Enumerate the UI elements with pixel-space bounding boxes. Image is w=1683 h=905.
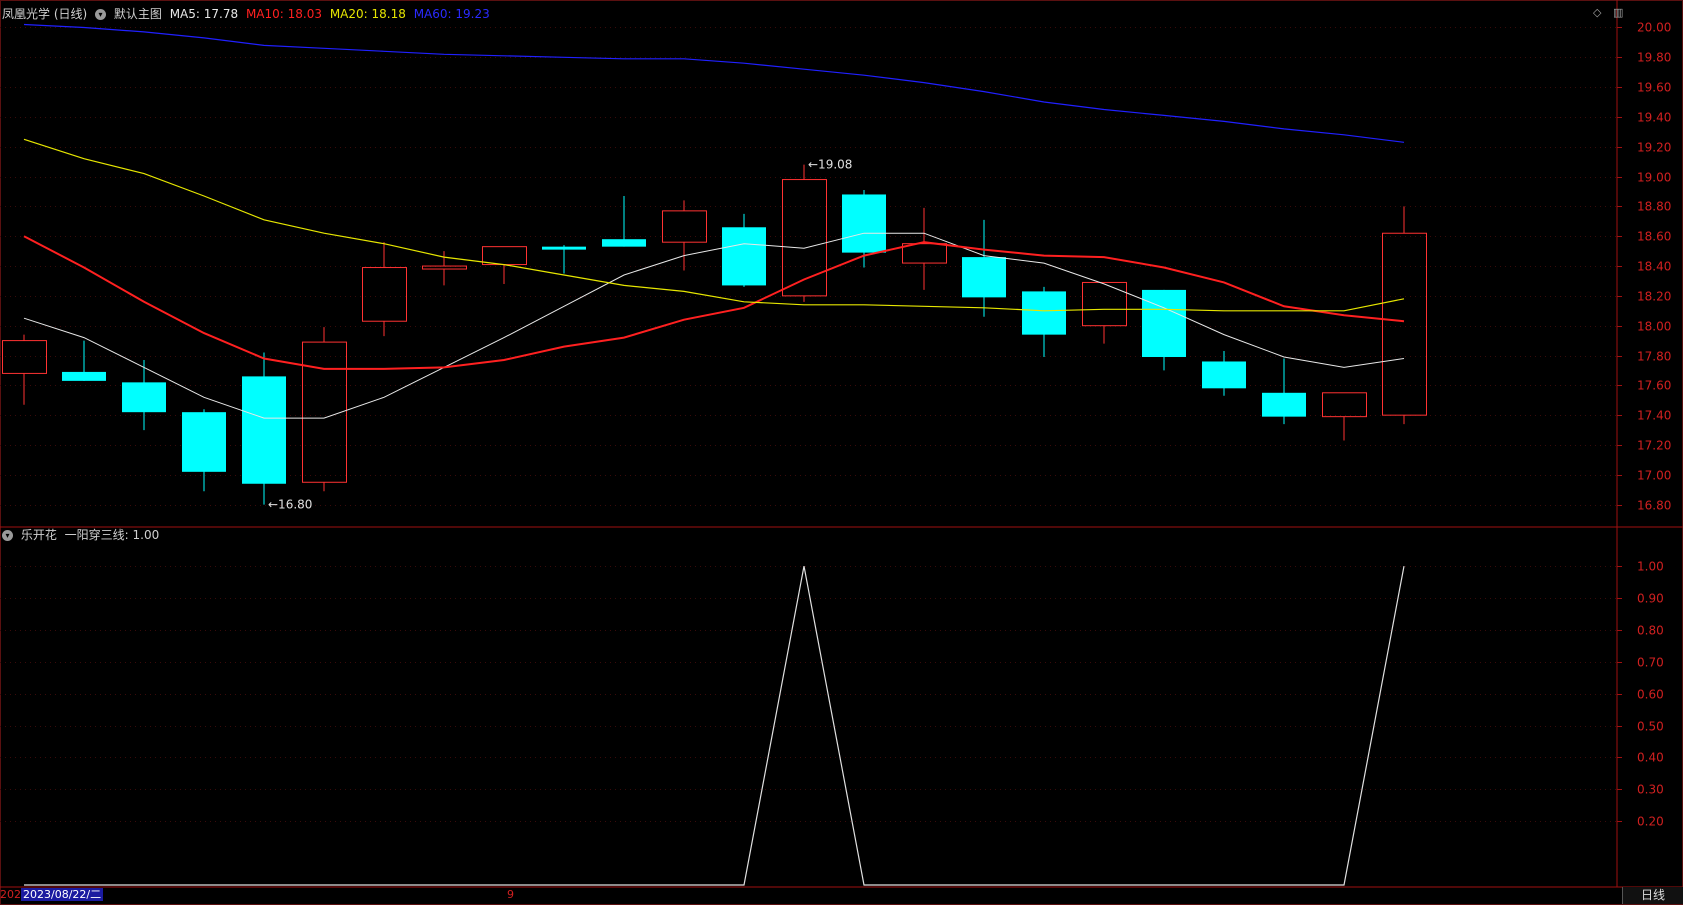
candle-body-up	[422, 265, 467, 270]
y-tick-label: 17.80	[1637, 350, 1671, 364]
ma10-legend: MA10: 18.03	[245, 7, 322, 21]
ma60-legend: MA60: 19.23	[413, 7, 490, 21]
indicator-value: 一阳穿三线: 1.00	[64, 528, 160, 542]
candle-body-down	[62, 371, 106, 381]
y-tick-label: 18.40	[1637, 260, 1671, 274]
y-tick-label: 19.00	[1637, 171, 1671, 185]
candle-body-down	[542, 246, 586, 250]
stock-title[interactable]: 凤凰光学 (日线)	[2, 7, 87, 21]
y-tick-label: 17.40	[1637, 409, 1671, 423]
y-tick-label: 0.50	[1637, 720, 1664, 734]
indicator-line	[24, 565, 1405, 886]
candle-body-down	[1022, 291, 1066, 335]
ma20-legend: MA20: 18.18	[329, 7, 406, 21]
diamond-icon[interactable]: ◇	[1593, 6, 1601, 19]
date-cursor-label: 2023/08/22/二	[21, 888, 104, 901]
candle-body-up	[1382, 232, 1427, 416]
template-label[interactable]: 默认主图	[114, 7, 162, 21]
candle-body-up	[1082, 281, 1127, 327]
y-tick-label: 0.70	[1637, 656, 1664, 670]
y-tick-label: 0.80	[1637, 624, 1664, 638]
candle-body-up	[662, 210, 707, 243]
candle-body-up	[2, 340, 47, 374]
price-annotation: ←16.80	[268, 498, 312, 512]
date-axis: 202 2023/08/22/二	[0, 888, 104, 902]
ma5-legend: MA5: 17.78	[169, 7, 239, 21]
y-tick-label: 19.60	[1637, 81, 1671, 95]
y-tick-label: 18.80	[1637, 200, 1671, 214]
candle-body-down	[182, 412, 226, 472]
settings-circle-icon[interactable]: ▾	[95, 9, 107, 20]
main-chart-header: 凤凰光学 (日线) ▾ 默认主图 MA5: 17.78 MA10: 18.03 …	[2, 6, 494, 22]
ma20-line	[23, 138, 1405, 312]
y-tick-label: 20.00	[1637, 21, 1671, 35]
y-tick-label: 18.00	[1637, 320, 1671, 334]
y-tick-label: 0.60	[1637, 688, 1664, 702]
ma60-line	[23, 23, 1405, 143]
y-tick-label: 19.40	[1637, 111, 1671, 125]
y-tick-label: 0.30	[1637, 783, 1664, 797]
candle-body-down	[962, 257, 1006, 298]
kline-chart[interactable]: 20.00 19.80 19.60 19.40 19.20 19.00 18.80 18.60…	[0, 0, 1683, 905]
candle-body-up	[362, 267, 407, 322]
candle-body-down	[1202, 361, 1246, 389]
y-tick-label: 0.40	[1637, 751, 1664, 765]
y-tick-label: 17.00	[1637, 469, 1671, 483]
y-tick-label: 0.20	[1637, 815, 1664, 829]
y-tick-label: 19.20	[1637, 141, 1671, 155]
candle-body-down	[1262, 392, 1306, 417]
candle-body-up	[482, 246, 527, 266]
period-tab-daily[interactable]: 日线	[1622, 887, 1683, 904]
price-annotation: ←19.08	[808, 158, 852, 172]
sub-chart-header: ▾ 乐开花 一阳穿三线: 1.00	[2, 527, 163, 543]
candle-body-down	[722, 227, 766, 286]
y-tick-label: 19.80	[1637, 51, 1671, 65]
ma5-line	[23, 232, 1405, 419]
y-tick-label: 18.20	[1637, 290, 1671, 304]
y-tick-label: 1.00	[1637, 560, 1664, 574]
y-tick-label: 17.20	[1637, 439, 1671, 453]
indicator-name[interactable]: 乐开花	[21, 528, 57, 542]
candle-body-down	[242, 376, 286, 484]
candle-body-down	[602, 239, 646, 247]
month-marker: 9	[507, 888, 514, 901]
date-prefix: 202	[0, 888, 21, 901]
candle-body-up	[902, 243, 947, 264]
candle-body-up	[1322, 392, 1367, 418]
ma10-line	[23, 235, 1405, 370]
y-tick-label: 17.60	[1637, 379, 1671, 393]
y-tick-label: 0.90	[1637, 592, 1664, 606]
y-tick-label: 16.80	[1637, 499, 1671, 513]
candle-body-down	[1142, 289, 1186, 358]
candle-body-down	[122, 382, 166, 413]
y-tick-label: 18.60	[1637, 230, 1671, 244]
window-toggle-icon[interactable]: ▥	[1613, 6, 1623, 19]
candle-body-down	[842, 194, 886, 253]
indicator-settings-icon[interactable]: ▾	[2, 530, 13, 541]
